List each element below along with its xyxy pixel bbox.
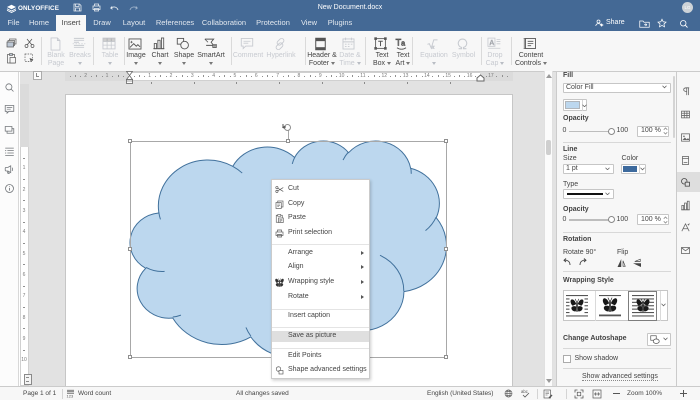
svg-text:A: A bbox=[489, 40, 494, 47]
svg-text:abc: abc bbox=[521, 389, 529, 394]
svg-text:123: 123 bbox=[67, 394, 74, 399]
svg-text:x: x bbox=[431, 45, 435, 50]
svg-text:a: a bbox=[401, 39, 405, 47]
